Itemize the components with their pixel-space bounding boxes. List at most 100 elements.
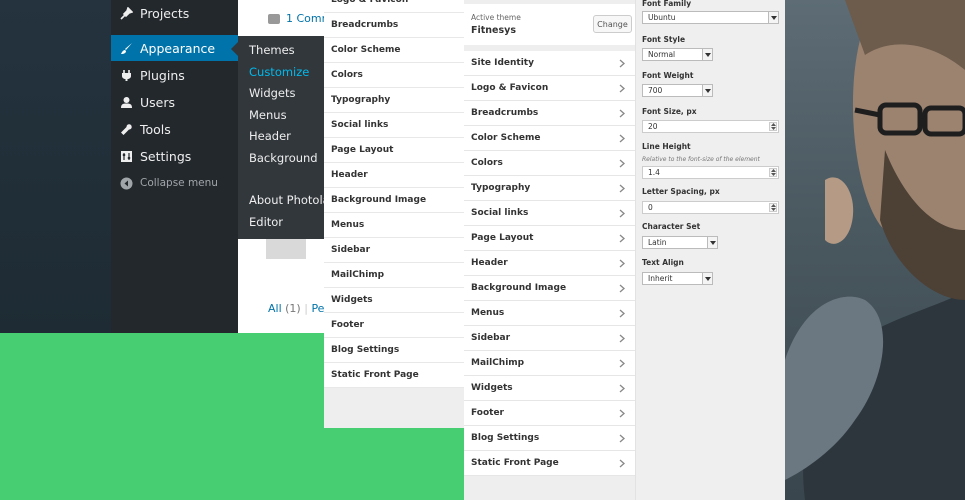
character-set-label: Character Set (642, 222, 701, 231)
filter-all-count: (1) (285, 302, 301, 315)
section-widgets[interactable]: Widgets (324, 288, 464, 313)
settings-icon (119, 149, 133, 163)
section-typography[interactable]: Typography (464, 176, 635, 201)
font-style-label: Font Style (642, 35, 686, 44)
section-label: Sidebar (471, 333, 511, 343)
section-label: Breadcrumbs (471, 108, 539, 118)
section-static-front-page[interactable]: Static Front Page (464, 451, 635, 476)
submenu-menus[interactable]: Menus (249, 108, 287, 122)
section-footer[interactable]: Footer (324, 313, 464, 338)
submenu-themes[interactable]: Themes (249, 43, 295, 57)
font-family-select[interactable]: Ubuntu (642, 11, 779, 24)
section-mailchimp[interactable]: MailChimp (464, 351, 635, 376)
stepper-icon[interactable] (769, 122, 777, 131)
chevron-right-icon (617, 233, 627, 243)
section-page-layout[interactable]: Page Layout (324, 138, 464, 163)
section-sidebar[interactable]: Sidebar (324, 238, 464, 263)
letter-spacing-input[interactable]: 0 (642, 201, 779, 214)
section-menus[interactable]: Menus (324, 213, 464, 238)
section-breadcrumbs[interactable]: Breadcrumbs (324, 13, 464, 38)
section-colors[interactable]: Colors (464, 151, 635, 176)
section-footer[interactable]: Footer (464, 401, 635, 426)
section-mailchimp[interactable]: MailChimp (324, 263, 464, 288)
submenu-background[interactable]: Background (249, 151, 318, 165)
active-theme-section: Active theme Fitnesys Change (464, 4, 635, 45)
submenu-customize[interactable]: Customize (249, 65, 309, 79)
font-style-select[interactable]: Normal (642, 48, 713, 61)
chevron-right-icon (617, 308, 627, 318)
font-size-label: Font Size, px (642, 107, 697, 116)
font-weight-label: Font Weight (642, 71, 694, 80)
section-sidebar[interactable]: Sidebar (464, 326, 635, 351)
section-logo-and-favicon[interactable]: Logo & Favicon (464, 76, 635, 101)
section-typography[interactable]: Typography (324, 88, 464, 113)
chevron-down-icon (702, 85, 712, 96)
menu-item-projects[interactable]: Projects (111, 0, 238, 26)
menu-label: Projects (140, 5, 190, 21)
section-color-scheme[interactable]: Color Scheme (324, 38, 464, 63)
chevron-right-icon (617, 83, 627, 93)
section-label: Color Scheme (471, 133, 541, 143)
posts-filter[interactable]: All (1) | Per (268, 302, 328, 315)
menu-label: Collapse menu (140, 177, 218, 189)
section-background-image[interactable]: Background Image (324, 188, 464, 213)
section-blog-settings[interactable]: Blog Settings (464, 426, 635, 451)
font-size-input[interactable]: 20 (642, 120, 779, 133)
menu-label: Plugins (140, 67, 185, 83)
section-logo-and-favicon[interactable]: Logo & Favicon (324, 0, 464, 13)
section-header[interactable]: Header (324, 163, 464, 188)
menu-item-plugins[interactable]: Plugins (111, 62, 238, 88)
submenu-editor[interactable]: Editor (249, 215, 283, 229)
font-weight-select[interactable]: 700 (642, 84, 713, 97)
user-icon (119, 95, 133, 109)
chevron-right-icon (617, 358, 627, 368)
section-menus[interactable]: Menus (464, 301, 635, 326)
section-widgets[interactable]: Widgets (464, 376, 635, 401)
collapse-menu-button[interactable]: Collapse menu (111, 170, 238, 196)
menu-label: Users (140, 94, 176, 110)
section-background-image[interactable]: Background Image (464, 276, 635, 301)
chevron-right-icon (617, 58, 627, 68)
submenu-header[interactable]: Header (249, 129, 291, 143)
customizer-panel: Active theme Fitnesys Change Site Identi… (464, 0, 635, 500)
character-set-select[interactable]: Latin (642, 236, 718, 249)
section-label: Social links (471, 208, 529, 218)
stepper-icon[interactable] (769, 203, 777, 212)
wrench-icon (119, 122, 133, 136)
section-static-front-page[interactable]: Static Front Page (324, 363, 464, 388)
chevron-right-icon (617, 433, 627, 443)
chevron-right-icon (617, 258, 627, 268)
stepper-icon[interactable] (769, 168, 777, 177)
section-breadcrumbs[interactable]: Breadcrumbs (464, 101, 635, 126)
appearance-submenu: Themes Customize Widgets Menus Header Ba… (238, 36, 338, 239)
menu-item-settings[interactable]: Settings (111, 143, 238, 169)
section-social-links[interactable]: Social links (324, 113, 464, 138)
section-site-identity[interactable]: Site Identity (464, 51, 635, 76)
menu-item-appearance[interactable]: Appearance (111, 35, 238, 61)
avatar (266, 239, 306, 259)
chevron-down-icon (702, 49, 712, 60)
chevron-down-icon (707, 237, 717, 248)
text-align-select[interactable]: Inherit (642, 272, 713, 285)
section-label: Static Front Page (471, 458, 559, 468)
section-header[interactable]: Header (464, 251, 635, 276)
comment-bubble-icon (268, 13, 280, 24)
active-theme-name: Fitnesys (471, 25, 516, 36)
submenu-widgets[interactable]: Widgets (249, 86, 296, 100)
menu-item-tools[interactable]: Tools (111, 116, 238, 142)
filter-all[interactable]: All (268, 302, 282, 315)
section-label: MailChimp (471, 358, 525, 368)
section-label: Widgets (471, 383, 513, 393)
section-label: Logo & Favicon (471, 83, 549, 93)
section-color-scheme[interactable]: Color Scheme (464, 126, 635, 151)
change-theme-button[interactable]: Change (593, 15, 632, 33)
line-height-input[interactable]: 1.4 (642, 166, 779, 179)
section-social-links[interactable]: Social links (464, 201, 635, 226)
section-page-layout[interactable]: Page Layout (464, 226, 635, 251)
line-height-hint: Relative to the font-size of the element (642, 156, 760, 163)
section-blog-settings[interactable]: Blog Settings (324, 338, 464, 363)
section-colors[interactable]: Colors (324, 63, 464, 88)
comments-link[interactable]: 1 Comm (268, 12, 328, 25)
paintbrush-icon (119, 41, 133, 55)
menu-item-users[interactable]: Users (111, 89, 238, 115)
